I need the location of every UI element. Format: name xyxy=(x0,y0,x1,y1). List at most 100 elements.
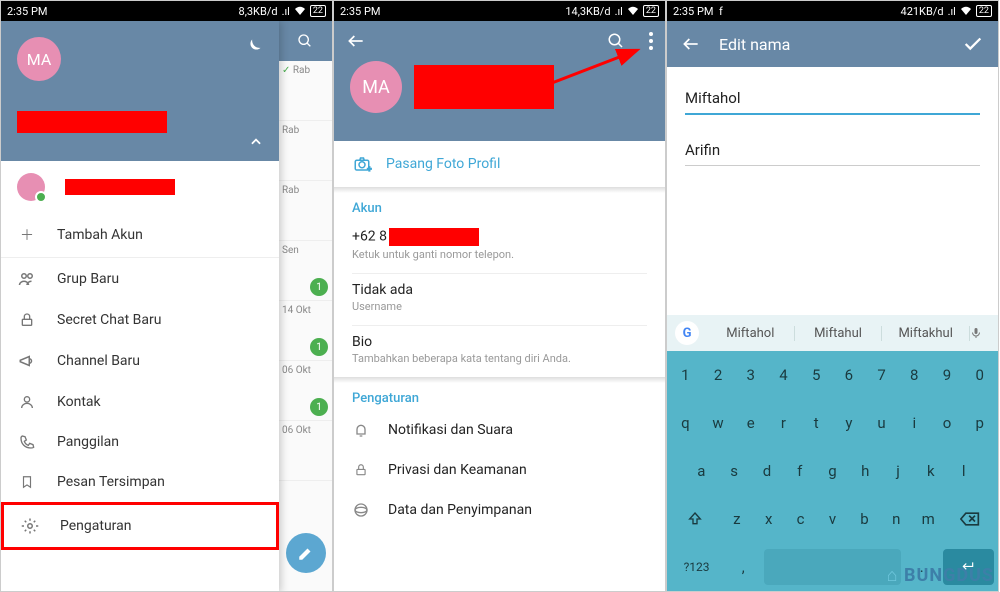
key-m[interactable]: m xyxy=(914,501,942,537)
key-a[interactable]: a xyxy=(687,453,716,489)
key-2[interactable]: 2 xyxy=(704,357,733,393)
chat-row[interactable]: Rab xyxy=(278,121,332,181)
redacted-name xyxy=(65,179,175,195)
key-v[interactable]: v xyxy=(819,501,847,537)
menu-saved[interactable]: Pesan Tersimpan xyxy=(1,462,279,502)
suggestion[interactable]: Miftakhul xyxy=(882,326,970,341)
chat-row[interactable]: 14 Okt1 xyxy=(278,301,332,361)
comma-key[interactable]: , xyxy=(726,549,760,585)
drawer-header: MA xyxy=(1,21,279,161)
key-c[interactable]: c xyxy=(787,501,815,537)
settings-notifications[interactable]: Notifikasi dan Suara xyxy=(334,410,665,450)
key-0[interactable]: 0 xyxy=(965,357,994,393)
menu-settings[interactable]: Pengaturan xyxy=(1,502,279,550)
back-icon[interactable] xyxy=(346,31,366,51)
key-n[interactable]: n xyxy=(882,501,910,537)
chat-row[interactable]: Sen1 xyxy=(278,241,332,301)
menu-label: Grup Baru xyxy=(57,271,119,287)
key-4[interactable]: 4 xyxy=(769,357,798,393)
status-time: 2:35 PM xyxy=(673,5,713,18)
last-name-input[interactable] xyxy=(685,135,980,166)
settings-privacy[interactable]: Privasi dan Keamanan xyxy=(334,450,665,490)
avatar[interactable]: MA xyxy=(350,61,402,113)
set-photo-button[interactable]: + Pasang Foto Profil xyxy=(334,141,665,187)
key-f[interactable]: f xyxy=(785,453,814,489)
key-1[interactable]: 1 xyxy=(671,357,700,393)
search-icon[interactable] xyxy=(607,32,625,50)
mic-icon[interactable] xyxy=(970,325,998,341)
backspace-key[interactable] xyxy=(946,501,994,537)
key-k[interactable]: k xyxy=(916,453,945,489)
night-mode-icon[interactable] xyxy=(243,37,263,57)
google-icon[interactable]: G xyxy=(675,321,699,345)
wifi-icon xyxy=(627,6,639,16)
chat-row[interactable]: ✓ Rab xyxy=(278,61,332,121)
first-name-input[interactable] xyxy=(685,83,980,115)
section-label: Pengaturan xyxy=(334,383,665,410)
bell-icon xyxy=(352,422,370,438)
bio-row[interactable]: Bio Tambahkan beberapa kata tentang diri… xyxy=(334,326,665,377)
status-bar: 2:35 PM 14,3KB/d .ıl 22 xyxy=(334,1,665,21)
search-icon[interactable] xyxy=(278,21,332,61)
shift-key[interactable] xyxy=(671,501,719,537)
menu-new-channel[interactable]: Channel Baru xyxy=(1,340,279,382)
avatar[interactable]: MA xyxy=(17,37,61,81)
suggestion[interactable]: Miftahol xyxy=(707,326,795,341)
key-6[interactable]: 6 xyxy=(835,357,864,393)
status-net: 8,3KB/d xyxy=(239,5,278,18)
battery-icon: 22 xyxy=(310,5,326,17)
setting-label: Data dan Penyimpanan xyxy=(388,502,532,518)
confirm-icon[interactable] xyxy=(962,33,984,55)
key-e[interactable]: e xyxy=(736,405,765,441)
menu-label: Kontak xyxy=(57,394,101,410)
key-9[interactable]: 9 xyxy=(933,357,962,393)
link-label: Pasang Foto Profil xyxy=(386,156,500,172)
key-p[interactable]: p xyxy=(965,405,994,441)
phone-row[interactable]: +62 8 Ketuk untuk ganti nomor telepon. xyxy=(334,220,665,273)
key-b[interactable]: b xyxy=(850,501,878,537)
chat-list-strip: ✓ Rab Rab Rab Sen1 14 Okt1 06 Okt1 06 Ok… xyxy=(277,21,332,592)
menu-new-group[interactable]: Grup Baru xyxy=(1,258,279,300)
setting-label: Privasi dan Keamanan xyxy=(388,462,527,478)
compose-fab[interactable] xyxy=(286,533,326,573)
chevron-up-icon[interactable] xyxy=(249,135,263,149)
username-row[interactable]: Tidak ada Username xyxy=(334,274,665,325)
key-x[interactable]: x xyxy=(755,501,783,537)
key-l[interactable]: l xyxy=(949,453,978,489)
key-u[interactable]: u xyxy=(867,405,896,441)
key-i[interactable]: i xyxy=(900,405,929,441)
back-icon[interactable] xyxy=(681,34,701,54)
settings-data[interactable]: Data dan Penyimpanan xyxy=(334,490,665,530)
key-8[interactable]: 8 xyxy=(900,357,929,393)
facebook-icon: f xyxy=(719,5,723,18)
signal-icon: .ıl xyxy=(615,5,623,18)
chat-row[interactable]: 06 Okt1 xyxy=(278,361,332,421)
status-net: 421KB/d xyxy=(901,5,944,18)
key-o[interactable]: o xyxy=(933,405,962,441)
key-5[interactable]: 5 xyxy=(802,357,831,393)
menu-contacts[interactable]: Kontak xyxy=(1,382,279,422)
key-r[interactable]: r xyxy=(769,405,798,441)
menu-calls[interactable]: Panggilan xyxy=(1,422,279,462)
space-key[interactable] xyxy=(764,549,900,585)
key-3[interactable]: 3 xyxy=(736,357,765,393)
key-q[interactable]: q xyxy=(671,405,700,441)
symbols-key[interactable]: ?123 xyxy=(671,549,722,585)
key-t[interactable]: t xyxy=(802,405,831,441)
key-7[interactable]: 7 xyxy=(867,357,896,393)
menu-secret-chat[interactable]: Secret Chat Baru xyxy=(1,300,279,340)
key-h[interactable]: h xyxy=(851,453,880,489)
key-d[interactable]: d xyxy=(753,453,782,489)
key-g[interactable]: g xyxy=(818,453,847,489)
key-z[interactable]: z xyxy=(723,501,751,537)
key-s[interactable]: s xyxy=(720,453,749,489)
key-j[interactable]: j xyxy=(884,453,913,489)
add-account-button[interactable]: ＋ Tambah Akun xyxy=(1,213,279,257)
more-icon[interactable] xyxy=(649,32,653,50)
suggestion[interactable]: Miftahul xyxy=(795,326,883,341)
key-w[interactable]: w xyxy=(704,405,733,441)
account-current[interactable] xyxy=(1,161,279,213)
chat-row[interactable]: Rab xyxy=(278,181,332,241)
key-y[interactable]: y xyxy=(835,405,864,441)
chat-row[interactable]: 06 Okt xyxy=(278,421,332,481)
